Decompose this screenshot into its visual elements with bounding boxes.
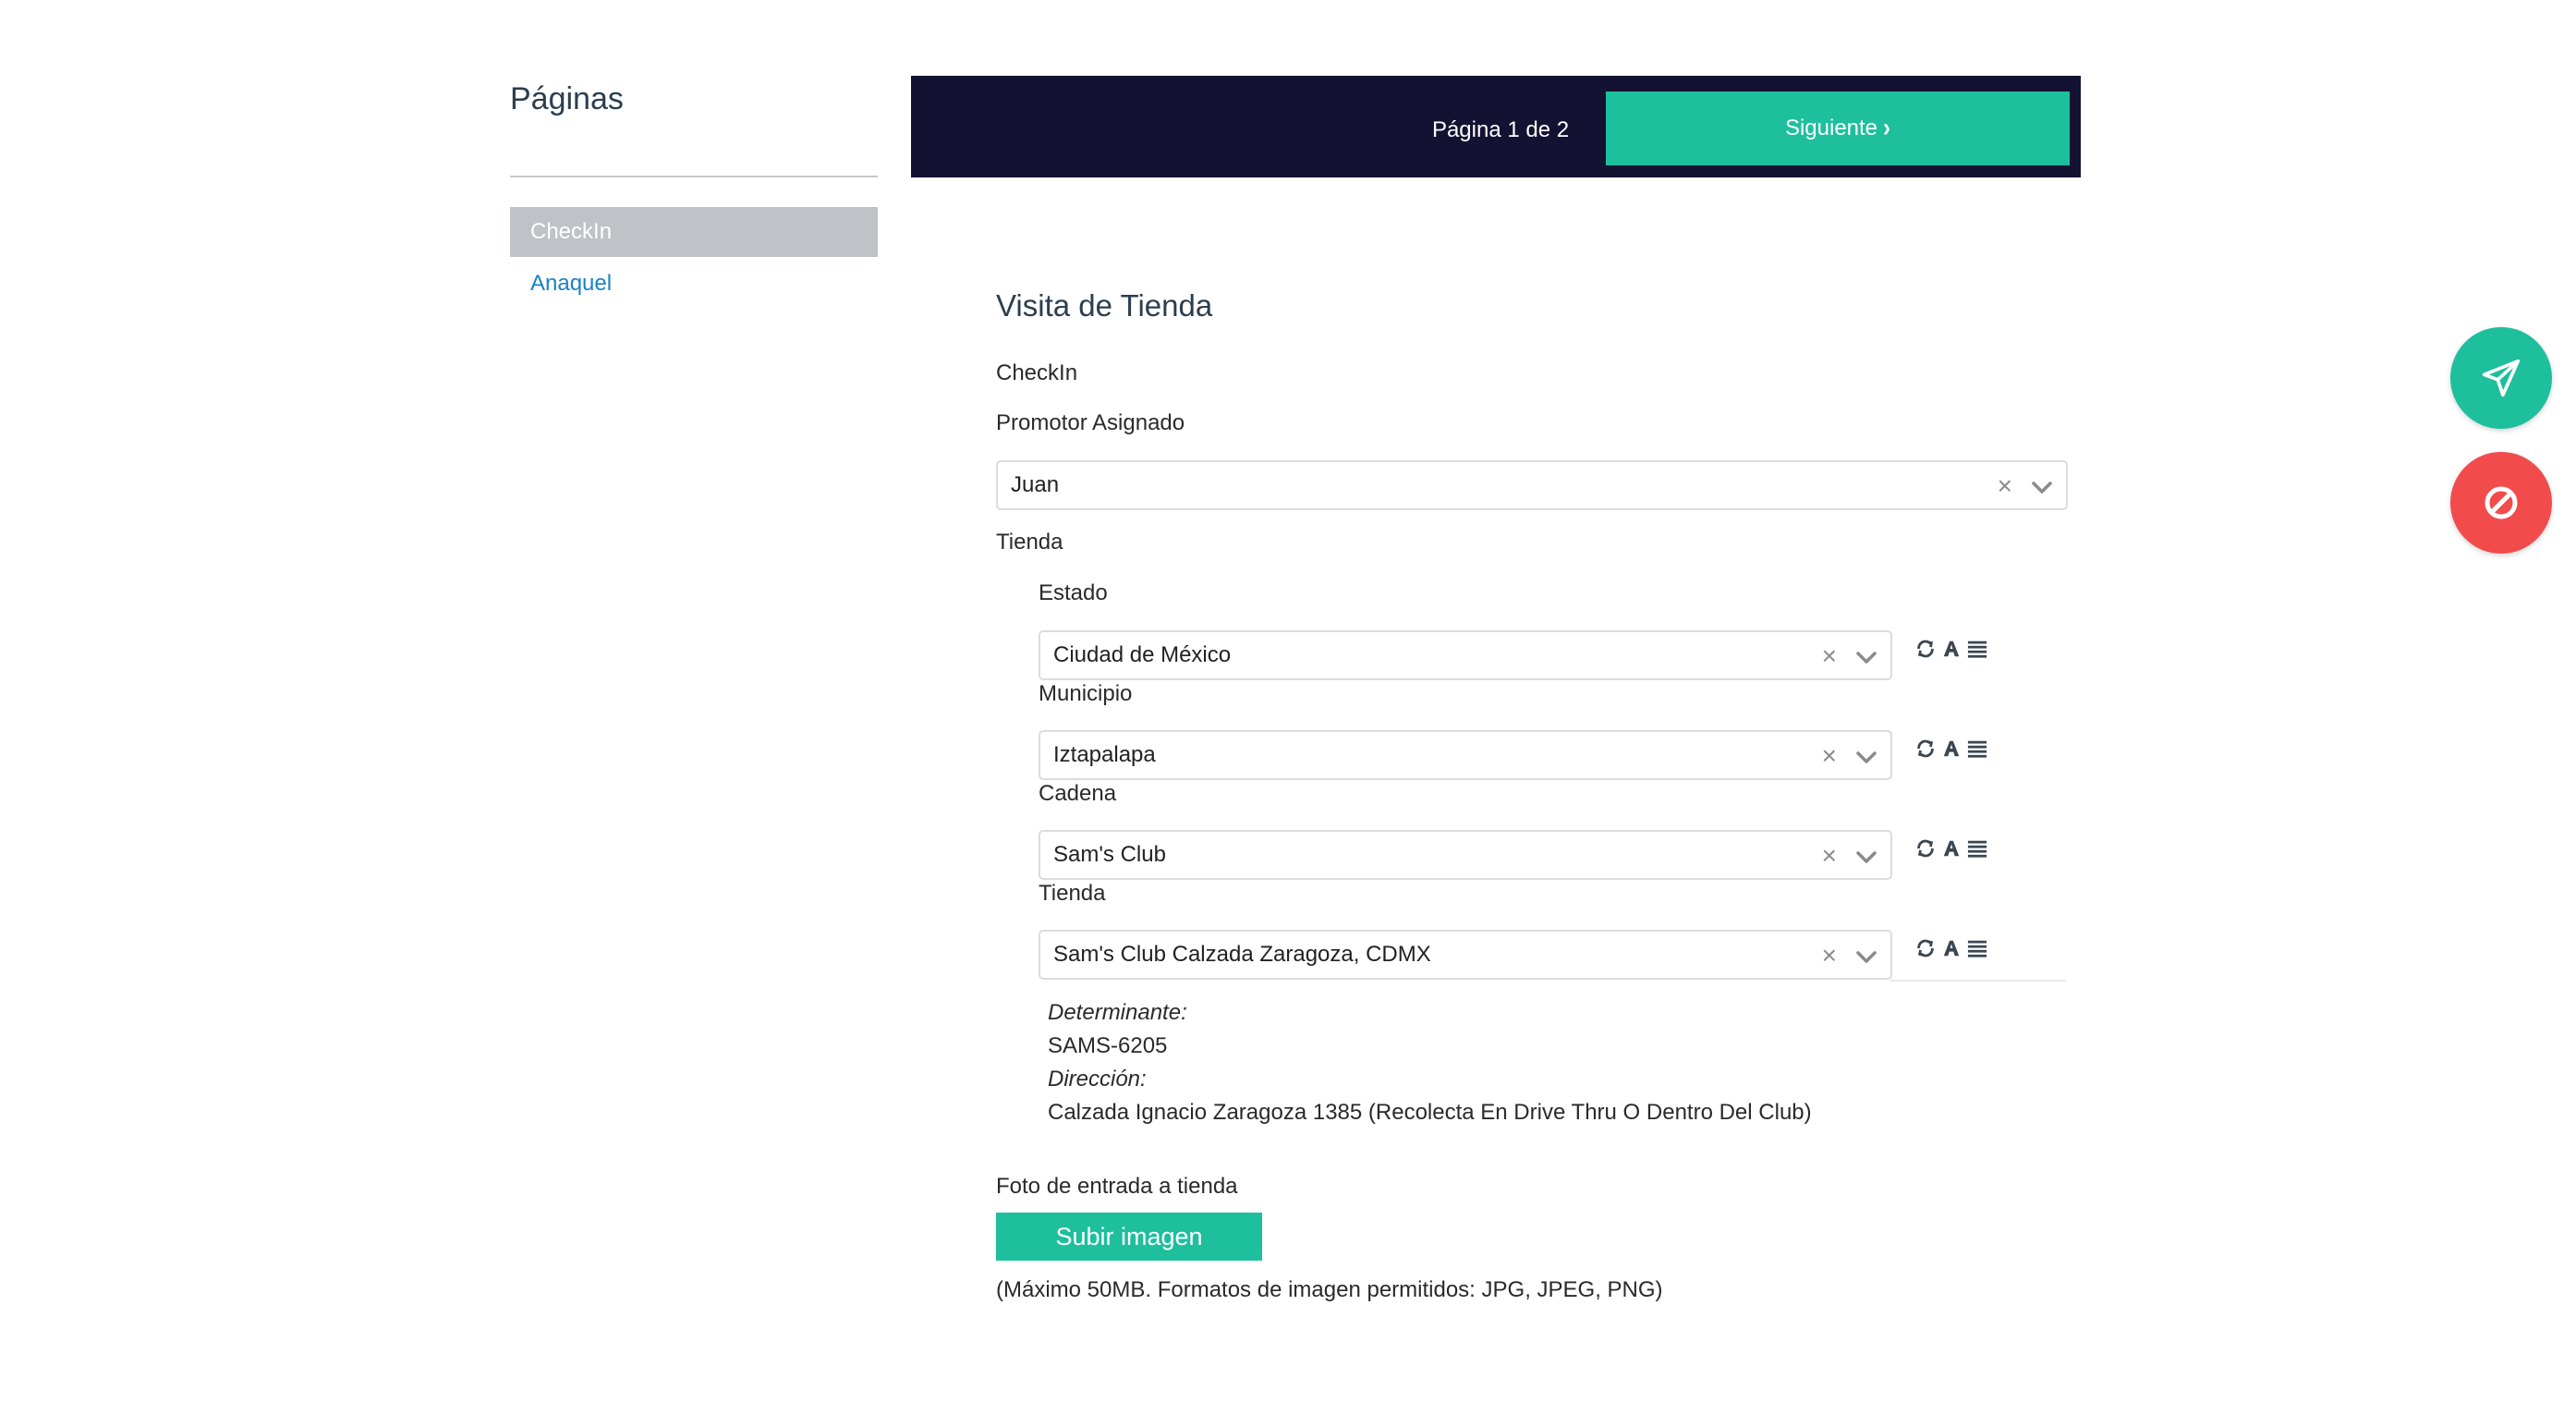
clear-icon[interactable]: × <box>1822 832 1837 880</box>
store-info-divider <box>1890 980 2066 982</box>
font-icon[interactable] <box>1940 638 1962 660</box>
chevron-down-icon[interactable] <box>1855 746 1877 768</box>
sidebar-item-anaquel[interactable]: Anaquel <box>510 262 878 306</box>
section-label-checkin: CheckIn <box>996 360 1078 385</box>
font-icon[interactable] <box>1940 837 1962 860</box>
foto-label: Foto de entrada a tienda <box>996 1174 1238 1199</box>
estado-tools <box>1914 638 1988 660</box>
clear-icon[interactable]: × <box>1998 462 2012 510</box>
cadena-label: Cadena <box>1039 781 1117 806</box>
estado-select[interactable]: Ciudad de México × <box>1039 630 1892 680</box>
tienda-tools <box>1914 937 1988 959</box>
ban-icon <box>2485 486 2518 519</box>
font-icon[interactable] <box>1940 738 1962 760</box>
form-title: Visita de Tienda <box>996 288 1213 323</box>
upload-image-button[interactable]: Subir imagen <box>996 1213 1262 1261</box>
refresh-icon[interactable] <box>1914 738 1937 760</box>
direccion-value: Calzada Ignacio Zaragoza 1385 (Recolecta… <box>1048 1100 1812 1125</box>
refresh-icon[interactable] <box>1914 638 1937 660</box>
chevron-right-icon: › <box>1883 113 1891 143</box>
tienda-group-label: Tienda <box>996 530 1063 555</box>
determinante-value: SAMS-6205 <box>1048 1033 1168 1058</box>
send-button[interactable] <box>2450 327 2552 429</box>
cadena-tools <box>1914 837 1988 860</box>
municipio-tools <box>1914 738 1988 760</box>
next-button-label: Siguiente <box>1784 116 1878 140</box>
promotor-select-value: Juan <box>1011 472 1060 497</box>
chevron-down-icon[interactable] <box>1855 646 1877 668</box>
paper-plane-icon <box>2482 359 2521 397</box>
sidebar-item-checkin[interactable]: CheckIn <box>510 207 878 257</box>
tienda-label: Tienda <box>1039 881 1106 906</box>
chevron-down-icon[interactable] <box>2031 476 2053 498</box>
next-page-button[interactable]: Siguiente › <box>1606 91 2070 165</box>
municipio-select[interactable]: Iztapalapa × <box>1039 730 1892 780</box>
municipio-label: Municipio <box>1039 681 1133 706</box>
list-icon[interactable] <box>1966 638 1988 660</box>
list-icon[interactable] <box>1966 837 1988 860</box>
list-icon[interactable] <box>1966 738 1988 760</box>
estado-select-value: Ciudad de México <box>1053 642 1232 667</box>
refresh-icon[interactable] <box>1914 837 1937 860</box>
cadena-select[interactable]: Sam's Club × <box>1039 830 1892 880</box>
estado-label: Estado <box>1039 580 1108 605</box>
chevron-down-icon[interactable] <box>1855 945 1877 968</box>
page-indicator: Página 1 de 2 <box>1431 117 1570 142</box>
promotor-label: Promotor Asignado <box>996 410 1185 435</box>
tienda-select-value: Sam's Club Calzada Zaragoza, CDMX <box>1053 942 1431 967</box>
cadena-select-value: Sam's Club <box>1053 842 1166 867</box>
sidebar-divider <box>510 176 878 177</box>
refresh-icon[interactable] <box>1914 937 1937 959</box>
clear-icon[interactable]: × <box>1822 932 1837 980</box>
upload-hint: (Máximo 50MB. Formatos de imagen permiti… <box>996 1277 1663 1302</box>
clear-icon[interactable]: × <box>1822 732 1837 780</box>
tienda-select[interactable]: Sam's Club Calzada Zaragoza, CDMX × <box>1039 930 1892 980</box>
chevron-down-icon[interactable] <box>1855 846 1877 868</box>
sidebar-title: Páginas <box>510 81 624 116</box>
pagination-bar: Página 1 de 2 Siguiente › <box>911 76 2081 177</box>
pages-sidebar: Páginas CheckIn Anaquel <box>510 74 878 296</box>
font-icon[interactable] <box>1940 937 1962 959</box>
municipio-select-value: Iztapalapa <box>1053 742 1156 767</box>
direccion-label: Dirección: <box>1048 1067 1147 1092</box>
promotor-select[interactable]: Juan × <box>996 460 2068 510</box>
clear-icon[interactable]: × <box>1822 632 1837 680</box>
list-icon[interactable] <box>1966 937 1988 959</box>
cancel-button[interactable] <box>2450 452 2552 554</box>
determinante-label: Determinante: <box>1048 1000 1187 1025</box>
